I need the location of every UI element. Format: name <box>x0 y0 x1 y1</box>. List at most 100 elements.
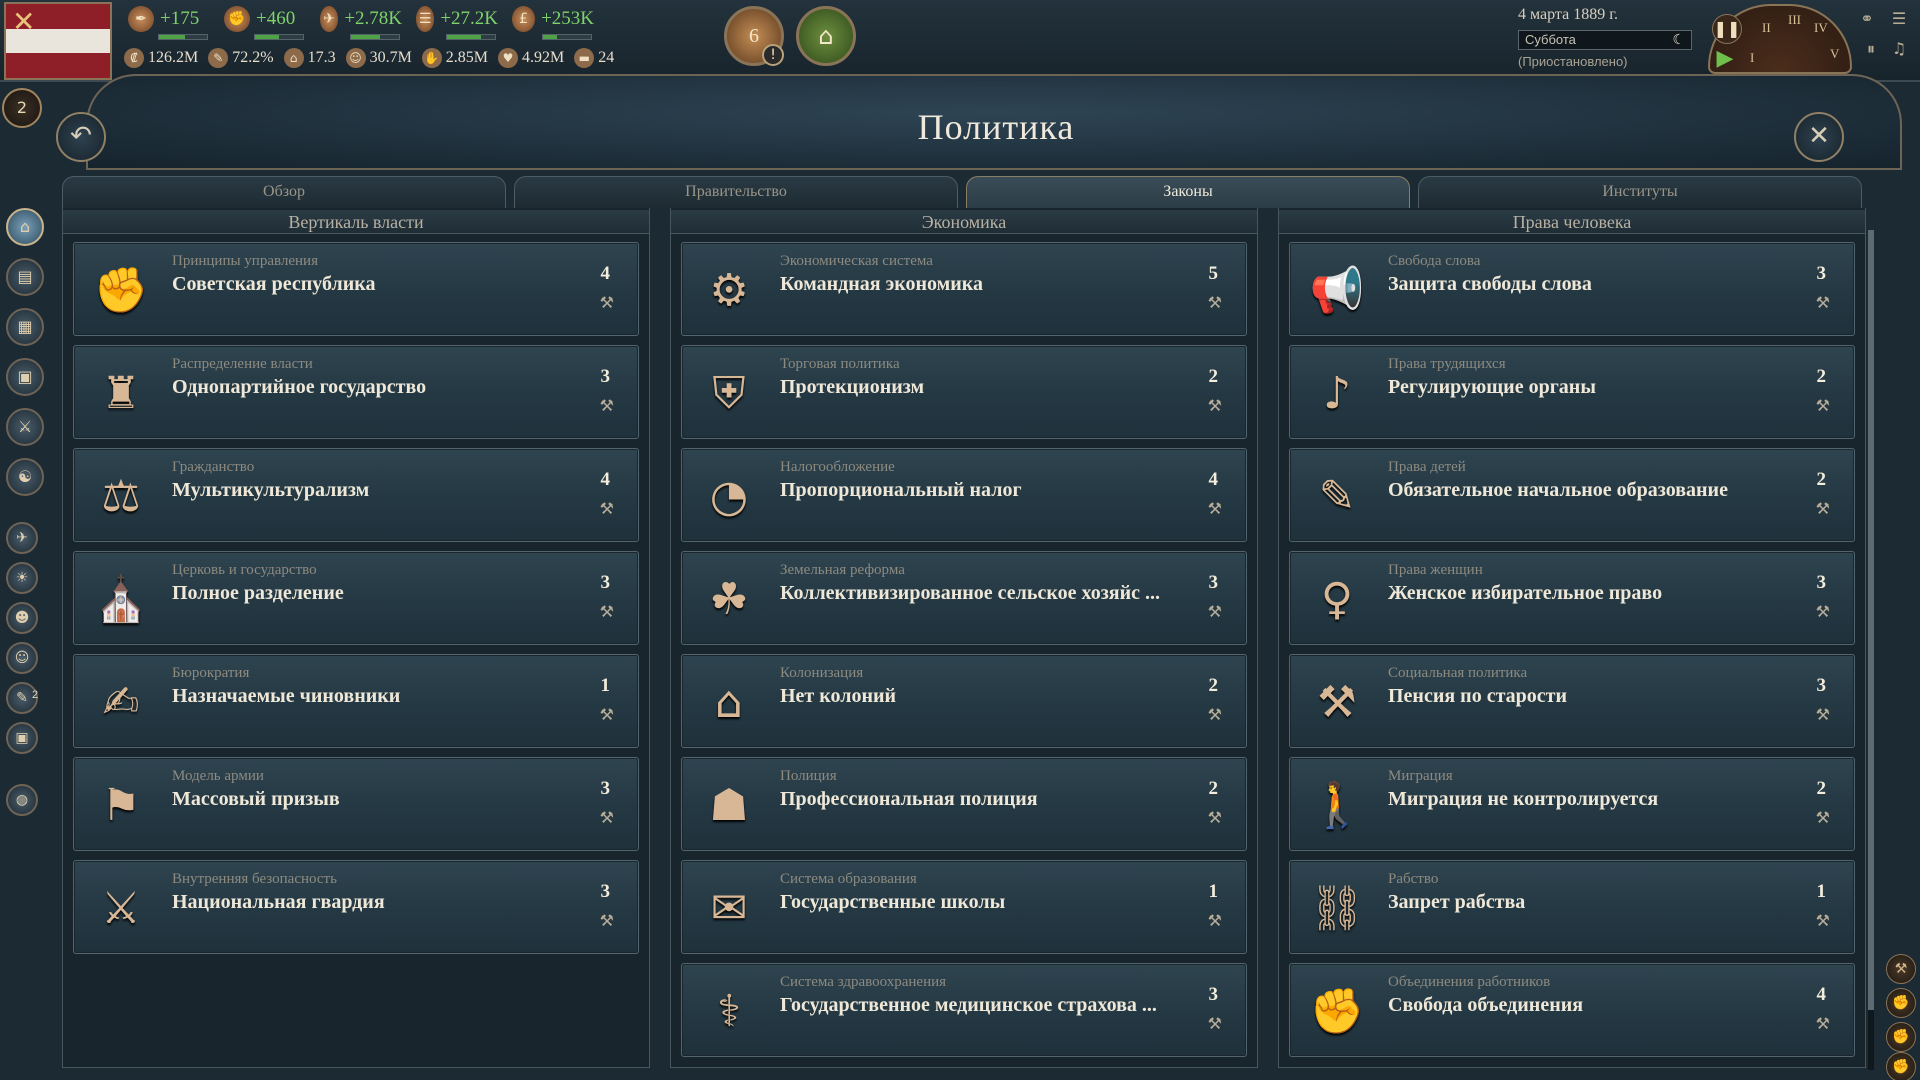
law-card[interactable]: ⚖ Гражданство Мультикультурализм 4 ⚒ <box>73 448 639 542</box>
stance-hammer-icon[interactable]: ⚒ <box>1816 396 1830 415</box>
law-card[interactable]: ✊ Объединения работников Свобода объединен… <box>1289 963 1855 1057</box>
pause-button[interactable]: ❚❚ <box>1712 14 1742 44</box>
law-card[interactable]: ☘ Земельная реформа Коллективизированное с… <box>681 551 1247 645</box>
tab-laws[interactable]: Законы <box>966 176 1410 208</box>
stance-hammer-icon[interactable]: ⚒ <box>1208 808 1222 827</box>
tab-institutions[interactable]: Институты <box>1418 176 1862 208</box>
law-card[interactable]: ⛪ Церковь и государство Полное разделение 3… <box>73 551 639 645</box>
law-card[interactable]: ⚙ Экономическая система Командная экономик… <box>681 242 1247 336</box>
law-card[interactable]: ✉ Система образования Государственные школ… <box>681 860 1247 954</box>
notification-fist-icon[interactable]: ✊ <box>1886 988 1916 1018</box>
tab-overview[interactable]: Обзор <box>62 176 506 208</box>
world-nav-icon[interactable]: ◍ <box>6 784 38 816</box>
law-card[interactable]: 🚶 Миграция Миграция не контролируется 2 ⚒ <box>1289 757 1855 851</box>
diplomacy-nav-icon[interactable]: ☯ <box>6 458 44 496</box>
budget-nav-icon[interactable]: ▤ <box>6 258 44 296</box>
country-stat[interactable]: ✎ 72.2% <box>208 46 274 70</box>
stance-hammer-icon[interactable]: ⚒ <box>1208 911 1222 930</box>
scrollbar[interactable] <box>1868 230 1874 1070</box>
law-count: 4 <box>1816 984 1827 1005</box>
stance-hammer-icon[interactable]: ⚒ <box>600 808 614 827</box>
stance-hammer-icon[interactable]: ⚒ <box>600 293 614 312</box>
law-card[interactable]: ♜ Распределение власти Однопартийное госуд… <box>73 345 639 439</box>
play-button[interactable]: ▶ <box>1712 46 1738 72</box>
country-stat[interactable]: ▬ 24 <box>574 46 614 70</box>
stance-hammer-icon[interactable]: ⚒ <box>1816 602 1830 621</box>
back-button[interactable]: ↶ <box>56 112 106 162</box>
country-stat[interactable]: ♥ 4.92M <box>498 46 564 70</box>
speed-5-label[interactable]: V <box>1830 46 1839 62</box>
law-count: 1 <box>1208 881 1219 902</box>
resource-stat[interactable]: £ +253K <box>512 4 594 40</box>
buildings-nav-icon[interactable]: ▦ <box>6 308 44 346</box>
country-stat[interactable]: ☺ 30.7M <box>345 46 412 70</box>
law-card[interactable]: ⌂ Колонизация Нет колоний 2 ⚒ <box>681 654 1247 748</box>
link-icon[interactable]: ⚭ <box>1856 8 1878 30</box>
speed-3-label[interactable]: III <box>1788 12 1801 28</box>
market-nav-icon[interactable]: ▣ <box>6 358 44 396</box>
column-title: Экономика <box>671 210 1257 234</box>
resource-stat[interactable]: ✊ +460 <box>224 4 306 40</box>
law-card[interactable]: ♀ Права женщин Женское избирательное право… <box>1289 551 1855 645</box>
country-stat[interactable]: ✋ 2.85M <box>421 46 488 70</box>
law-card[interactable]: ✊ Принципы управления Советская республика… <box>73 242 639 336</box>
stance-hammer-icon[interactable]: ⚒ <box>1208 293 1222 312</box>
law-card[interactable]: ✎ Права детей Обязательное начальное образ… <box>1289 448 1855 542</box>
pause-small-icon[interactable]: ⏸ <box>1860 38 1882 60</box>
stance-hammer-icon[interactable]: ⚒ <box>1816 1014 1830 1033</box>
speed-4-label[interactable]: IV <box>1814 20 1828 36</box>
law-name: Мультикультурализм <box>172 479 370 501</box>
notification-hammer-icon[interactable]: ⚒ <box>1886 954 1916 984</box>
country-stat[interactable]: ⌂ 17.3 <box>283 46 336 70</box>
politics-nav-icon[interactable]: ⌂ <box>6 208 44 246</box>
resource-stat[interactable]: ☰ +27.2K <box>416 4 498 40</box>
military-nav-icon[interactable]: ⚔ <box>6 408 44 446</box>
law-card[interactable]: ⚕ Система здравоохранения Государственное … <box>681 963 1247 1057</box>
law-card[interactable]: ⛨ Торговая политика Протекционизм 2 ⚒ <box>681 345 1247 439</box>
law-card[interactable]: ⛓ Рабство Запрет рабства 1 ⚒ <box>1289 860 1855 954</box>
trade-nav-icon[interactable]: ▣ <box>6 722 38 754</box>
law-card[interactable]: ✍ Бюрократия Назначаемые чиновники 1 ⚒ <box>73 654 639 748</box>
law-card[interactable]: ☗ Полиция Профессиональная полиция 2 ⚒ <box>681 757 1247 851</box>
tab-government[interactable]: Правительство <box>514 176 958 208</box>
government-building-icon[interactable]: ⌂ <box>796 6 856 66</box>
stance-hammer-icon[interactable]: ⚒ <box>1208 602 1222 621</box>
stance-hammer-icon[interactable]: ⚒ <box>600 396 614 415</box>
pops-nav-icon[interactable]: ☺ <box>6 642 38 674</box>
country-stat[interactable]: ₡ 126.2M <box>124 46 198 70</box>
stance-hammer-icon[interactable]: ⚒ <box>1816 808 1830 827</box>
speed-2-label[interactable]: II <box>1762 20 1771 36</box>
stance-hammer-icon[interactable]: ⚒ <box>1208 705 1222 724</box>
speed-1-label[interactable]: I <box>1750 50 1754 66</box>
stance-hammer-icon[interactable]: ⚒ <box>600 499 614 518</box>
stance-hammer-icon[interactable]: ⚒ <box>600 705 614 724</box>
law-card[interactable]: 📢 Свобода слова Защита свободы слова 3 ⚒ <box>1289 242 1855 336</box>
menu-icon[interactable]: ☰ <box>1888 8 1910 30</box>
stance-hammer-icon[interactable]: ⚒ <box>1208 1014 1222 1033</box>
country-flag[interactable]: ✕ <box>4 2 112 80</box>
stance-hammer-icon[interactable]: ⚒ <box>600 602 614 621</box>
culture-nav-icon[interactable]: ☻ <box>6 602 38 634</box>
close-button[interactable]: ✕ <box>1794 112 1844 162</box>
scrollbar-thumb[interactable] <box>1868 230 1874 1010</box>
stance-hammer-icon[interactable]: ⚒ <box>1816 911 1830 930</box>
law-card[interactable]: ♪ Права трудящихся Регулирующие органы 2 ⚒ <box>1289 345 1855 439</box>
resource-stat[interactable]: ✈ +2.78K <box>320 4 402 40</box>
technology-nav-icon[interactable]: ☀ <box>6 562 38 594</box>
stance-hammer-icon[interactable]: ⚒ <box>1816 293 1830 312</box>
law-card[interactable]: ⚒ Социальная политика Пенсия по старости 3 ⚒ <box>1289 654 1855 748</box>
stance-hammer-icon[interactable]: ⚒ <box>600 911 614 930</box>
law-card[interactable]: ⚑ Модель армии Массовый призыв 3 ⚒ <box>73 757 639 851</box>
stance-hammer-icon[interactable]: ⚒ <box>1816 499 1830 518</box>
stance-hammer-icon[interactable]: ⚒ <box>1208 396 1222 415</box>
law-card[interactable]: ◔ Налогообложение Пропорциональный налог 4 ⚒ <box>681 448 1247 542</box>
resource-stat[interactable]: ✒ +175 <box>128 4 210 40</box>
stance-hammer-icon[interactable]: ⚒ <box>1816 705 1830 724</box>
stance-hammer-icon[interactable]: ⚒ <box>1208 499 1222 518</box>
music-icon[interactable]: ♫ <box>1888 38 1910 60</box>
notification-badge[interactable]: 2 <box>2 88 42 128</box>
notification-fist-icon[interactable]: ✊ <box>1886 1052 1916 1080</box>
law-card[interactable]: ⚔ Внутренняя безопасность Национальная гва… <box>73 860 639 954</box>
influence-nav-icon[interactable]: ✈ <box>6 522 38 554</box>
notification-fist-icon[interactable]: ✊ <box>1886 1022 1916 1052</box>
